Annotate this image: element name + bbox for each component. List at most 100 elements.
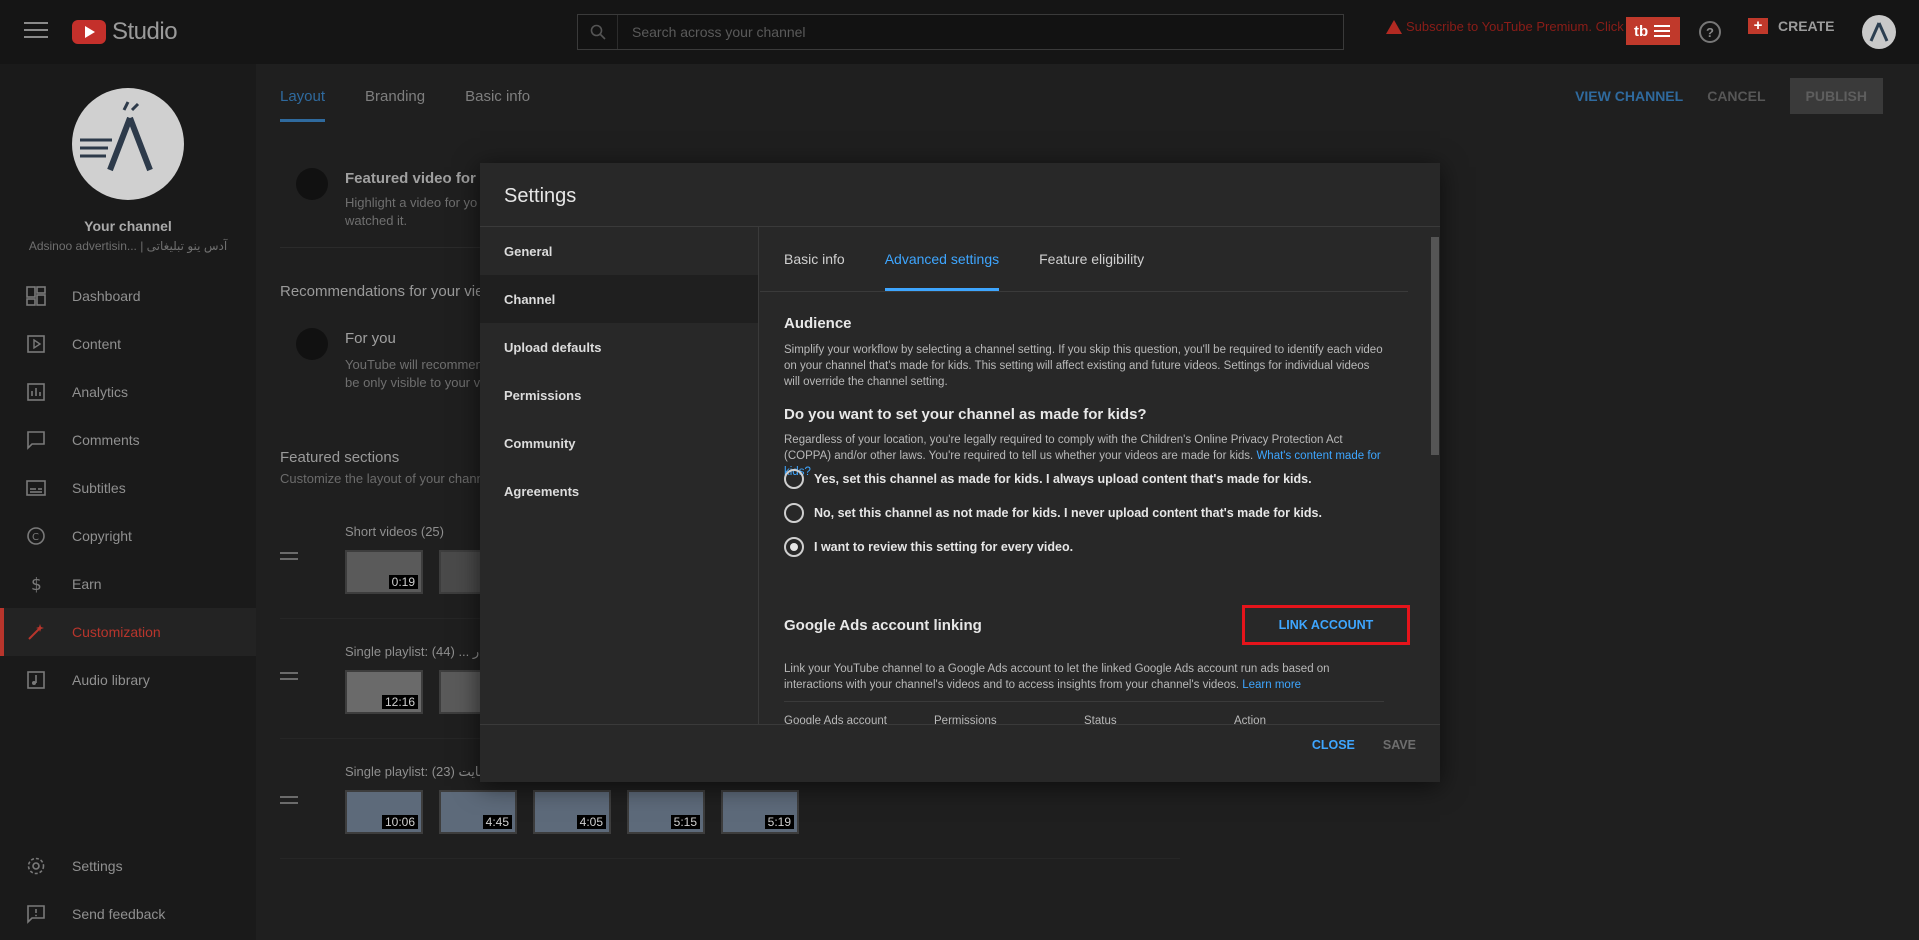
sidebar-item-label: Earn <box>72 576 102 592</box>
radio-button-checked[interactable] <box>784 537 804 557</box>
dialog-footer: CLOSE SAVE <box>1312 738 1416 752</box>
settings-nav-general[interactable]: General <box>480 227 758 275</box>
settings-nav-upload-defaults[interactable]: Upload defaults <box>480 323 758 371</box>
sidebar-item-dashboard[interactable]: Dashboard <box>0 272 256 320</box>
search-icon[interactable] <box>578 15 618 49</box>
footer-divider <box>480 724 1440 725</box>
sidebar-item-earn[interactable]: $ Earn <box>0 560 256 608</box>
tab-advanced-settings[interactable]: Advanced settings <box>884 227 1000 291</box>
earn-icon: $ <box>24 572 48 596</box>
google-ads-title: Google Ads account linking <box>784 617 982 634</box>
customization-tabs: Layout Branding Basic info <box>280 64 530 128</box>
svg-text:C: C <box>32 532 39 543</box>
channel-avatar[interactable] <box>72 88 184 200</box>
featured-sections-heading: Featured sections <box>280 449 400 466</box>
video-thumbnail[interactable]: 10:06 <box>345 790 423 834</box>
for-you-icon <box>296 328 328 360</box>
settings-dialog: Settings General Channel Upload defaults… <box>480 163 1440 782</box>
audio-library-icon <box>24 668 48 692</box>
settings-nav-community[interactable]: Community <box>480 419 758 467</box>
sidebar-item-copyright[interactable]: C Copyright <box>0 512 256 560</box>
video-thumbnail[interactable]: 4:05 <box>533 790 611 834</box>
sidebar-item-comments[interactable]: Comments <box>0 416 256 464</box>
video-duration: 5:15 <box>670 815 700 829</box>
comments-icon <box>24 428 48 452</box>
channel-subtitle: Adsinoo advertisin... | آدس ینو تبلیغاتی <box>28 239 228 253</box>
hamburger-menu-icon[interactable] <box>24 22 48 42</box>
recommendations-heading: Recommendations for your vie <box>280 283 484 300</box>
video-thumbnail[interactable]: 0:19 <box>345 550 423 594</box>
tubebuddy-button[interactable]: tb <box>1626 17 1680 45</box>
radio-label: No, set this channel as not made for kid… <box>814 506 1322 520</box>
radio-button[interactable] <box>784 503 804 523</box>
settings-nav-permissions[interactable]: Permissions <box>480 371 758 419</box>
link-account-button[interactable]: LINK ACCOUNT <box>1242 605 1410 645</box>
close-button[interactable]: CLOSE <box>1312 738 1355 752</box>
search-input[interactable] <box>618 24 1343 40</box>
tab-basic-info[interactable]: Basic info <box>465 64 530 128</box>
header-actions: VIEW CHANNEL CANCEL PUBLISH <box>1575 78 1883 114</box>
video-thumbnail[interactable]: 5:19 <box>721 790 799 834</box>
tb-label: tb <box>1634 22 1649 40</box>
tb-menu-icon <box>1654 22 1671 40</box>
save-button[interactable]: SAVE <box>1383 738 1416 752</box>
video-thumbnail[interactable]: 5:15 <box>627 790 705 834</box>
section-divider <box>280 858 1180 859</box>
settings-nav-channel[interactable]: Channel <box>480 275 758 323</box>
drag-handle-icon[interactable] <box>280 552 298 564</box>
create-video-icon: + <box>1748 18 1768 34</box>
account-avatar[interactable] <box>1862 15 1896 49</box>
learn-more-link[interactable]: Learn more <box>1242 679 1301 691</box>
radio-not-made-for-kids[interactable]: No, set this channel as not made for kid… <box>784 503 1322 523</box>
settings-content: Basic info Advanced settings Feature eli… <box>760 227 1440 724</box>
studio-logo[interactable]: Studio <box>72 18 178 46</box>
column-header: Status <box>1084 715 1117 724</box>
sidebar-item-audio-library[interactable]: Audio library <box>0 656 256 704</box>
help-icon[interactable]: ? <box>1699 21 1721 43</box>
view-channel-button[interactable]: VIEW CHANNEL <box>1575 88 1683 104</box>
publish-button[interactable]: PUBLISH <box>1789 78 1883 114</box>
tab-branding[interactable]: Branding <box>365 64 425 128</box>
sidebar-item-label: Subtitles <box>72 480 126 496</box>
logo-text: Studio <box>112 18 178 45</box>
featured-video-title: Featured video for re <box>345 170 495 187</box>
cancel-button[interactable]: CANCEL <box>1707 88 1765 104</box>
video-thumbnail[interactable]: 12:16 <box>345 670 423 714</box>
top-bar: Studio Subscribe to YouTube Premium. Cli… <box>0 0 1919 64</box>
radio-label: Yes, set this channel as made for kids. … <box>814 472 1312 486</box>
tab-layout[interactable]: Layout <box>280 64 326 128</box>
tab-feature-eligibility[interactable]: Feature eligibility <box>1039 227 1144 291</box>
settings-gear-icon <box>24 854 48 878</box>
radio-button[interactable] <box>784 469 804 489</box>
sidebar-item-analytics[interactable]: Analytics <box>0 368 256 416</box>
svg-text:$: $ <box>31 575 42 594</box>
radio-made-for-kids[interactable]: Yes, set this channel as made for kids. … <box>784 469 1312 489</box>
subtitles-icon <box>24 476 48 500</box>
made-for-kids-question: Do you want to set your channel as made … <box>784 406 1147 423</box>
drag-handle-icon[interactable] <box>280 796 298 808</box>
search-bar[interactable] <box>577 14 1344 50</box>
settings-nav-agreements[interactable]: Agreements <box>480 467 758 515</box>
sidebar-item-settings[interactable]: Settings <box>0 842 256 890</box>
column-header: Permissions <box>934 715 997 724</box>
premium-warning[interactable]: Subscribe to YouTube Premium. Click here <box>1386 19 1653 34</box>
warning-text: Subscribe to YouTube Premium. Click here <box>1406 19 1654 34</box>
sidebar-nav: Dashboard Content Analytics Comments Sub… <box>0 272 256 704</box>
drag-handle-icon[interactable] <box>280 672 298 684</box>
feedback-icon <box>24 902 48 926</box>
video-duration: 5:19 <box>764 815 794 829</box>
create-button[interactable]: + CREATE <box>1748 18 1835 34</box>
section-label: Short videos (25) <box>345 524 444 539</box>
sidebar-item-content[interactable]: Content <box>0 320 256 368</box>
column-header: Google Ads account <box>784 715 887 724</box>
radio-review-every-video[interactable]: I want to review this setting for every … <box>784 537 1073 557</box>
tab-basic-info[interactable]: Basic info <box>784 227 845 291</box>
dialog-scrollbar[interactable] <box>1431 237 1439 455</box>
sidebar: Your channel Adsinoo advertisin... | آدس… <box>0 64 256 940</box>
sidebar-item-label: Dashboard <box>72 288 141 304</box>
sidebar-item-customization[interactable]: Customization <box>0 608 256 656</box>
sidebar-item-subtitles[interactable]: Subtitles <box>0 464 256 512</box>
sidebar-item-send-feedback[interactable]: Send feedback <box>0 890 256 938</box>
sidebar-item-label: Content <box>72 336 122 352</box>
video-thumbnail[interactable]: 4:45 <box>439 790 517 834</box>
